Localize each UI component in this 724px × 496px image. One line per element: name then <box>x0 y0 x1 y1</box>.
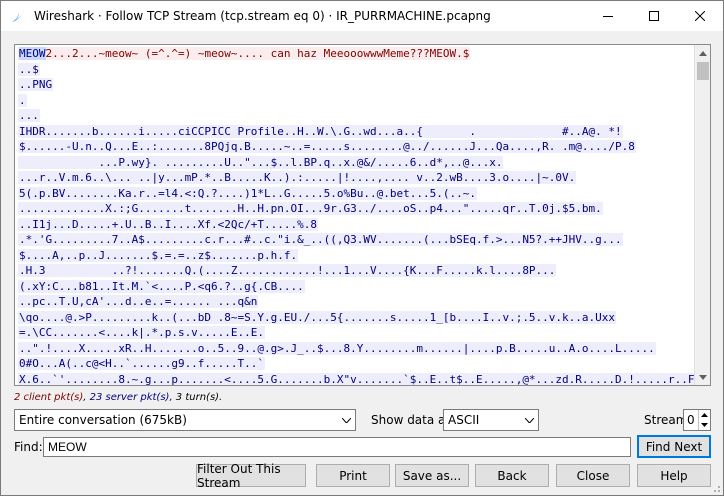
chevron-down-icon <box>337 410 355 430</box>
stream-line: 0#O...A(..c@<H..`......g9..f.....T..` <box>15 356 695 372</box>
stream-line: .H.3 ..?!.......Q.(....Z............!...… <box>15 263 695 279</box>
scroll-down-button[interactable] <box>695 369 710 385</box>
conversation-select[interactable]: Entire conversation (675kB) <box>14 409 356 431</box>
minimize-icon <box>603 16 613 17</box>
server-data: IHDR.......b......i.....ciCCPICC Profile… <box>18 124 623 138</box>
stream-line: ..I1j...D.....+.U..B..I....Xf.<2Qc/+T...… <box>15 217 695 233</box>
close-icon <box>695 11 705 21</box>
filter-out-stream-button[interactable]: Filter Out This Stream <box>196 462 306 490</box>
help-button[interactable]: Help <box>637 464 711 487</box>
stream-line: X.6..`'........8.~.g...p.......<....5.G.… <box>15 372 695 385</box>
stream-decrement-button[interactable] <box>699 420 710 430</box>
show-data-select-value: ASCII <box>448 413 480 427</box>
wireshark-fin-icon <box>10 8 26 24</box>
stream-line: $....A,..p..J.......$.=.=..z$.......p.h.… <box>15 248 695 264</box>
server-data: .............X.:;G.......t.......H..H.pn… <box>18 202 603 215</box>
server-data: X.6..`'........8.~.g...p.......<....5.G.… <box>18 372 695 385</box>
turn-count: 3 turn(s). <box>175 392 223 403</box>
server-data: ...P.wy}. .........U.."...$..l.BP.q..x.@… <box>18 155 504 169</box>
print-button[interactable]: Print <box>316 464 390 487</box>
resize-grip-icon[interactable] <box>711 483 721 493</box>
server-data: .H.3 ..?!.......Q.(....Z............!...… <box>18 264 557 277</box>
stream-text[interactable]: MEOW2...2...~meow~ (=^.^=) ~meow~.... ca… <box>15 46 695 385</box>
maximize-button[interactable] <box>631 1 677 31</box>
stream-line: ...P.wy}. .........U.."...$..l.BP.q..x.@… <box>15 155 695 171</box>
show-data-label: Show data as <box>371 413 452 427</box>
stream-line: .*.'G.........7..A$.........c.r...#..c."… <box>15 232 695 248</box>
stream-line: ... <box>15 108 695 124</box>
stream-label: Stream <box>644 413 688 427</box>
stream-line: ..pc..T.U,cA'...d..e..=...... ...q&n <box>15 294 695 310</box>
server-data: ..I1j...D.....+.U..B..I....Xf.<2Qc/+T...… <box>18 217 319 231</box>
client-data: MEOW2...2...~meow~ (=^.^=) ~meow~.... ca… <box>18 47 471 60</box>
server-data: \qo....@.>P.........k..(...bD .8~=S.Y.g.… <box>18 310 617 324</box>
stream-line: ..$ <box>15 62 695 78</box>
scroll-up-button[interactable] <box>695 45 710 61</box>
server-data: =.\CC.......<....k|.*.p.s.v.....E..E. <box>18 326 266 339</box>
spin-down-icon <box>701 423 708 427</box>
find-input[interactable] <box>43 437 631 457</box>
stream-status: 2 client pkt(s), 23 server pkt(s), 3 tur… <box>14 392 223 403</box>
server-data: $......-U.n..Q...E..:.......8PQjq.B.....… <box>18 140 636 153</box>
server-data: ... <box>18 109 40 122</box>
server-data: $....A,..p..J.......$.=.=..z$.......p.h.… <box>18 248 299 262</box>
server-packet-count: 23 server pkt(s) <box>89 392 170 403</box>
chevron-down-icon <box>520 410 538 430</box>
server-data: ..$ <box>18 62 40 76</box>
stream-line: .............X.:;G.......t.......H..H.pn… <box>15 201 695 217</box>
server-data: ..pc..T.U,cA'...d..e..=...... ...q&n <box>18 295 259 308</box>
stream-line: \qo....@.>P.........k..(...bD .8~=S.Y.g.… <box>15 310 695 326</box>
server-data: ..".!....X.....xR..H.......o..5..9..@.g>… <box>18 341 656 355</box>
minimize-button[interactable] <box>585 1 631 31</box>
client-packet-count: 2 client pkt(s) <box>14 392 84 403</box>
stream-line: MEOW2...2...~meow~ (=^.^=) ~meow~.... ca… <box>15 46 695 62</box>
stream-line: . <box>15 93 695 109</box>
server-data: 5(.p.BV........Ka.r..=l4.<:Q.?....)1*L..… <box>18 186 477 200</box>
stream-increment-button[interactable] <box>699 410 710 420</box>
find-label: Find: <box>14 440 43 454</box>
server-data: ..PNG <box>18 78 54 91</box>
scroll-up-icon <box>699 50 707 56</box>
title-bar[interactable]: Wireshark · Follow TCP Stream (tcp.strea… <box>1 1 723 31</box>
window-title: Wireshark · Follow TCP Stream (tcp.strea… <box>34 9 491 23</box>
show-data-select[interactable]: ASCII <box>443 409 539 431</box>
stream-line: ..".!....X.....xR..H.......o..5..9..@.g>… <box>15 341 695 357</box>
stream-line: IHDR.......b......i.....ciCCPICC Profile… <box>15 124 695 140</box>
scroll-down-icon <box>699 374 707 380</box>
maximize-icon <box>649 11 659 21</box>
find-next-button[interactable]: Find Next <box>637 435 711 458</box>
close-window-button[interactable] <box>677 1 723 31</box>
close-button[interactable]: Close <box>556 464 630 487</box>
server-data: (.xY:C...b81..It.M.`<....P.<q6.?..g{.CB.… <box>18 279 305 293</box>
stream-content-area[interactable]: MEOW2...2...~meow~ (=^.^=) ~meow~.... ca… <box>14 44 711 386</box>
conversation-select-value: Entire conversation (675kB) <box>19 413 187 427</box>
stream-line: ...r..V.m.6..\... ..|y...mP.*..B.....K..… <box>15 170 695 186</box>
back-button[interactable]: Back <box>475 464 549 487</box>
stream-line: ..PNG <box>15 77 695 93</box>
server-data: ...r..V.m.6..\... ..|y...mP.*..B.....K..… <box>18 171 577 184</box>
server-data: . <box>18 93 27 107</box>
save-as-button[interactable]: Save as... <box>395 464 469 487</box>
scrollbar-thumb[interactable] <box>697 62 709 80</box>
follow-tcp-stream-window: Wireshark · Follow TCP Stream (tcp.strea… <box>0 0 724 496</box>
stream-line: (.xY:C...b81..It.M.`<....P.<q6.?..g{.CB.… <box>15 279 695 295</box>
server-data: 0#O...A(..c@<H..`......g9..f.....T..` <box>18 357 266 370</box>
server-data: .*.'G.........7..A$.........c.r...#..c."… <box>18 233 623 246</box>
stream-line: 5(.p.BV........Ka.r..=l4.<:Q.?....)1*L..… <box>15 186 695 202</box>
vertical-scrollbar[interactable] <box>694 45 710 385</box>
stream-line: $......-U.n..Q...E..:.......8PQjq.B.....… <box>15 139 695 155</box>
stream-number-spinbox[interactable]: 0 <box>683 409 711 431</box>
stream-number-value: 0 <box>687 413 695 427</box>
find-match-highlight: MEOW <box>19 47 46 60</box>
spin-up-icon <box>701 413 708 417</box>
stream-line: =.\CC.......<....k|.*.p.s.v.....E..E. <box>15 325 695 341</box>
